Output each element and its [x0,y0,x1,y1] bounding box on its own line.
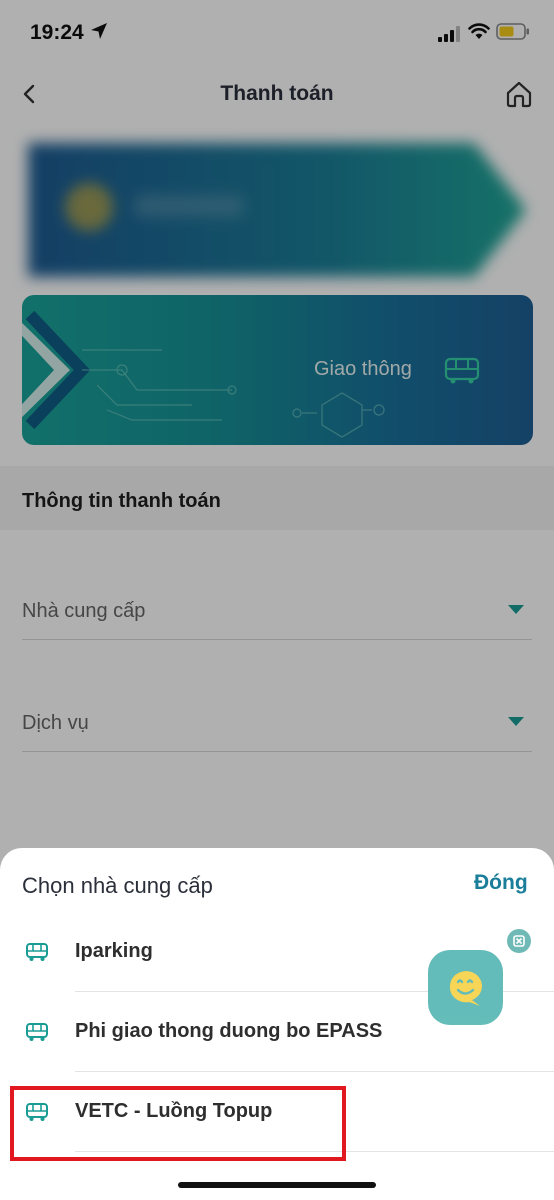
bus-icon [26,1023,48,1041]
bus-icon [26,943,48,961]
sheet-title: Chọn nhà cung cấp [22,873,213,898]
home-indicator[interactable] [178,1182,376,1188]
list-item-label: Iparking [75,940,153,962]
chat-bot-icon [449,971,482,1006]
close-glyph [513,935,525,947]
selection-highlight [10,1086,346,1161]
list-item-label: Phi giao thong duong bo EPASS [75,1020,383,1042]
chat-bot-button[interactable] [428,950,503,1025]
close-button[interactable]: Đóng [474,871,528,895]
close-icon[interactable] [507,929,531,953]
